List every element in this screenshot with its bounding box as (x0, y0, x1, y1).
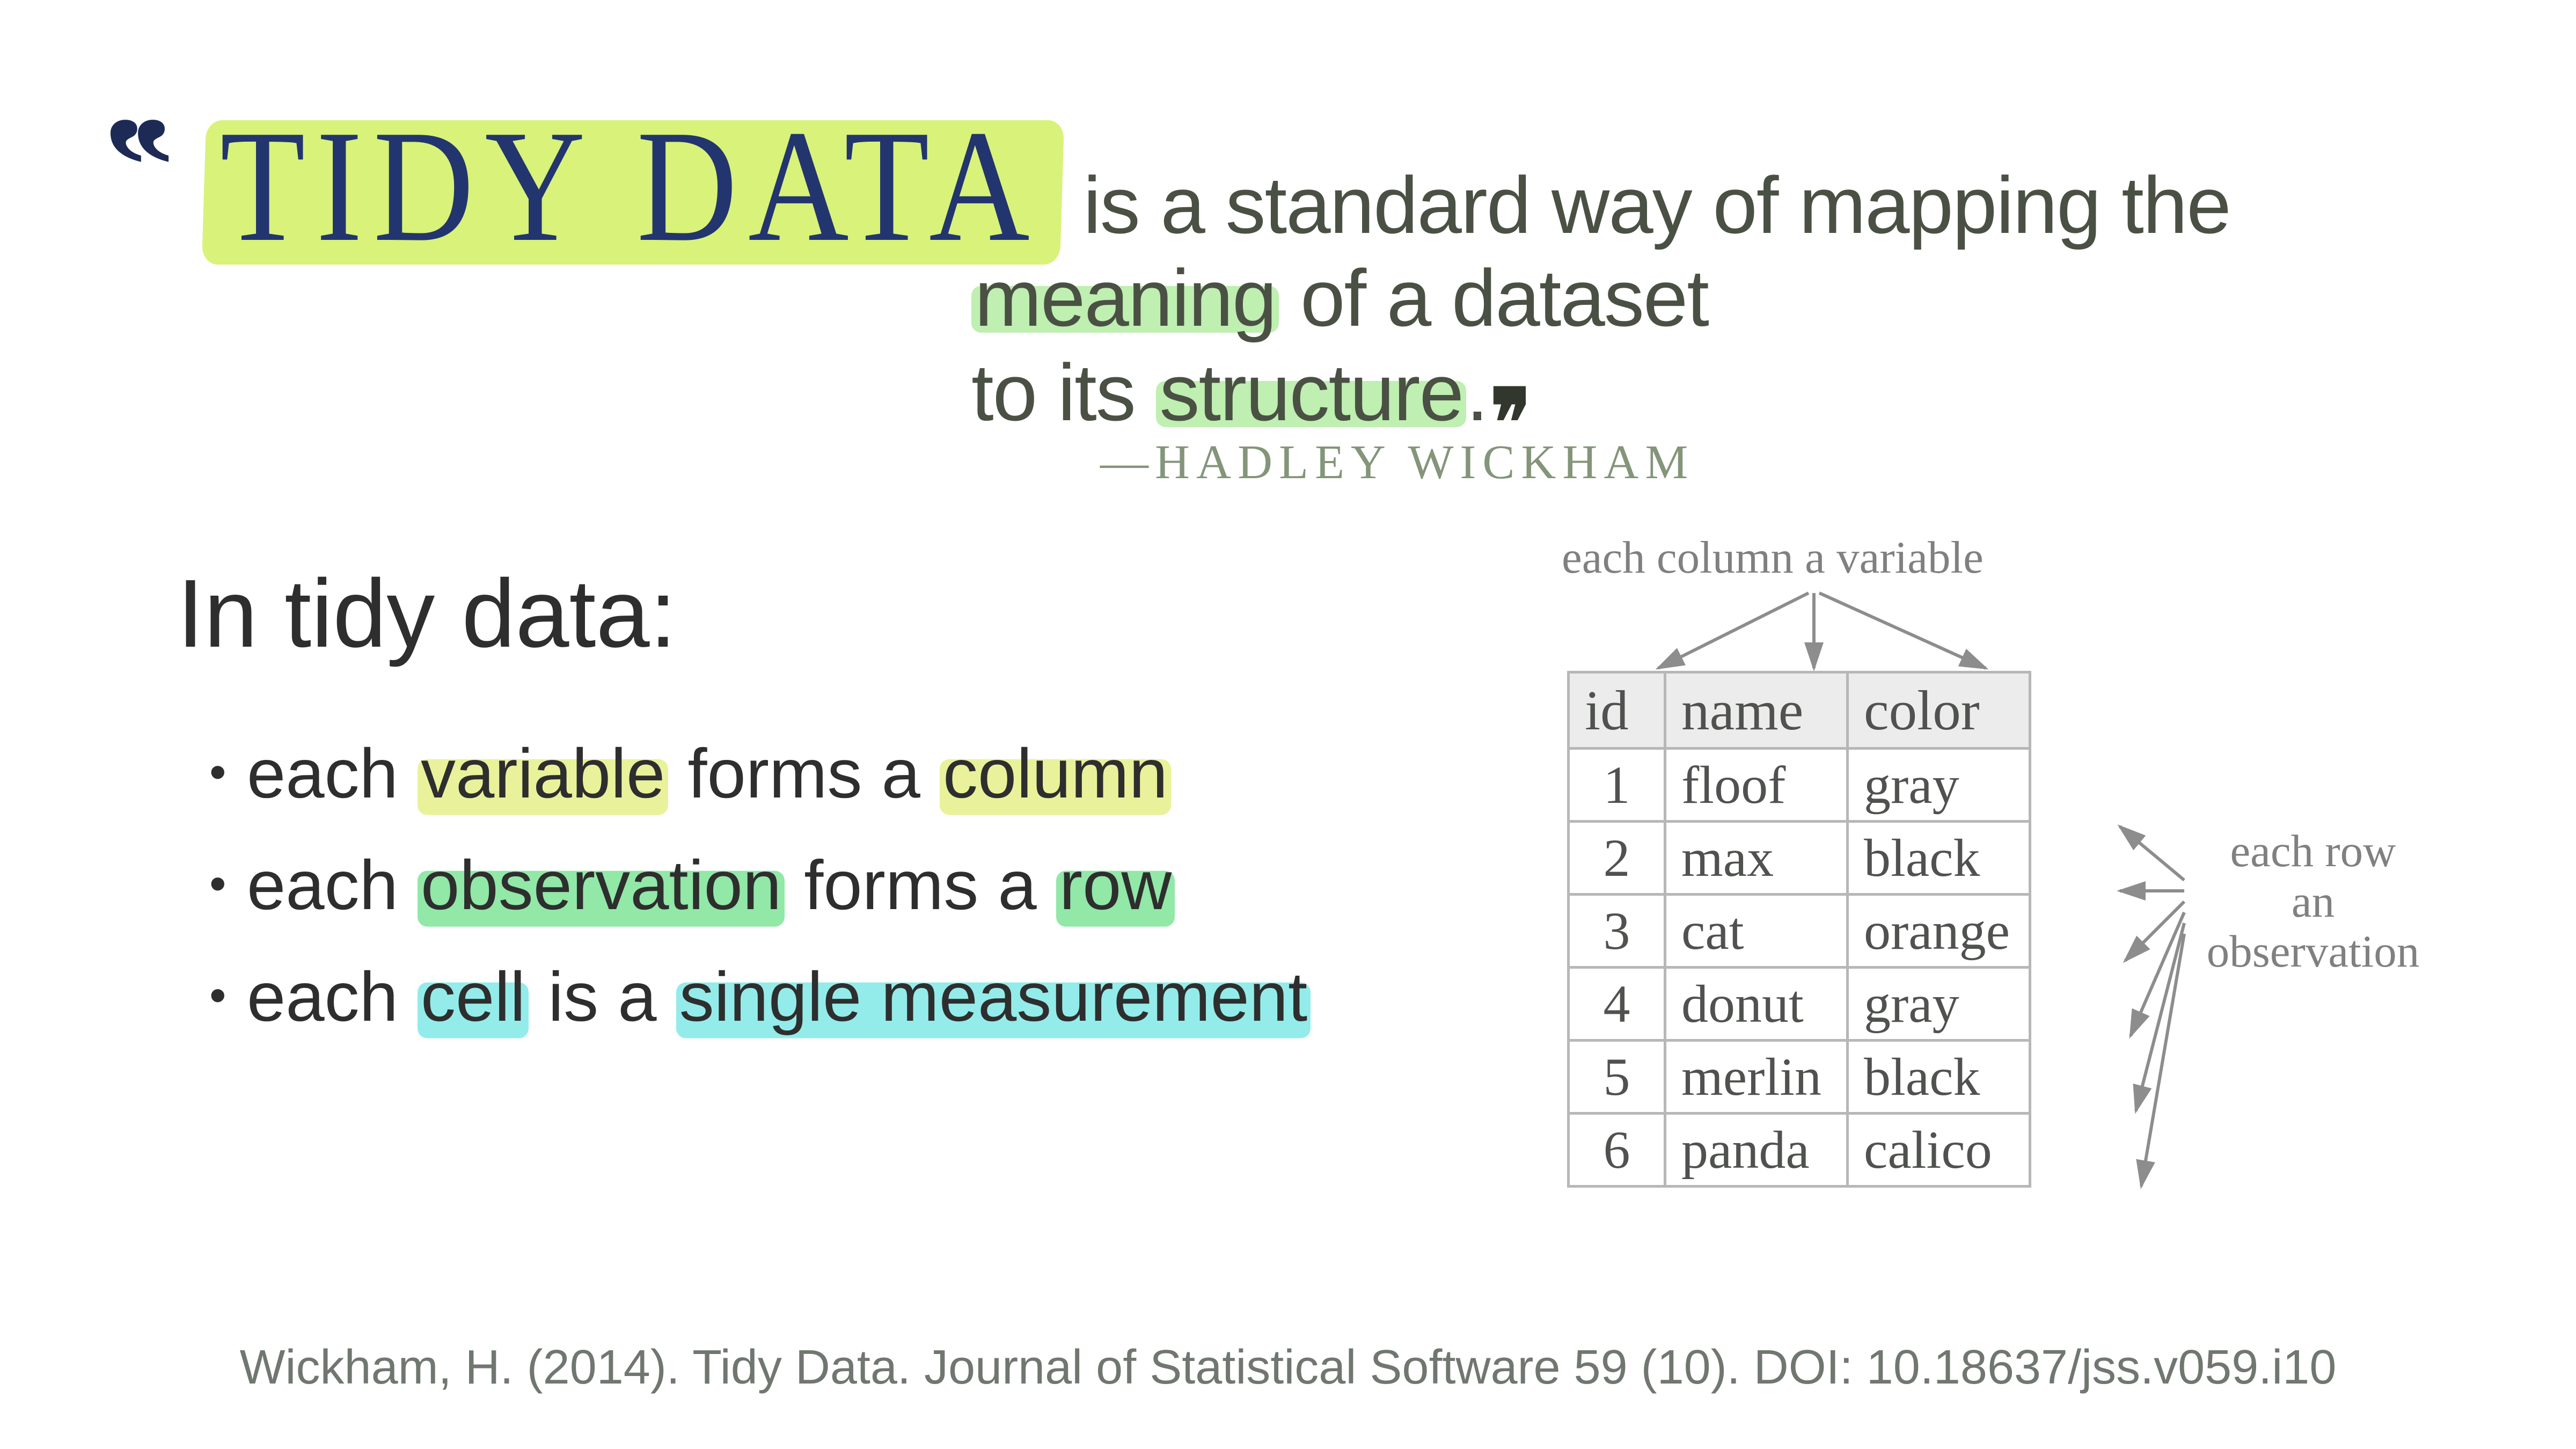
bullet-em-observation: observation (418, 829, 785, 941)
cell-name: merlin (1665, 1041, 1848, 1114)
example-table-wrap: id name color 1floofgray 2maxblack 3cato… (1567, 671, 2031, 1188)
cell-color: black (1848, 1041, 2030, 1114)
annotation-rows-line: observation (2207, 926, 2420, 977)
headline-quote: TIDY DATA is a standard way of mapping t… (204, 123, 2324, 462)
cell-color: gray (1848, 968, 2030, 1041)
annotation-rows-line: an (2292, 876, 2334, 927)
cell-color: black (1848, 822, 2030, 895)
col-header-id: id (1569, 672, 1665, 749)
cell-name: panda (1665, 1114, 1848, 1187)
bullet-em-column: column (940, 718, 1171, 829)
headline-line3-post: . (1466, 347, 1488, 437)
bullet-text: forms a (785, 846, 1056, 924)
bullet-cell-measurement: each cell is a single measurement (188, 941, 1519, 1052)
bullet-text: each (247, 957, 418, 1036)
table-row: 5merlinblack (1569, 1041, 2030, 1114)
annotation-rows-line: each row (2230, 826, 2396, 876)
bullet-observation-row: each observation forms a row (188, 829, 1519, 941)
cell-color: calico (1848, 1114, 2030, 1187)
cell-name: donut (1665, 968, 1848, 1041)
bullet-em-measurement: single measurement (676, 941, 1311, 1052)
table-header-row: id name color (1569, 672, 2030, 749)
annotation-columns: each column a variable (1562, 531, 1984, 584)
citation: Wickham, H. (2014). Tidy Data. Journal o… (0, 1340, 2576, 1395)
bullet-variable-column: each variable forms a column (188, 718, 1519, 829)
slide: ‛‛ TIDY DATA is a standard way of mappin… (0, 0, 2576, 1449)
bullet-text: is a (529, 957, 676, 1036)
bullet-em-row: row (1056, 829, 1175, 941)
bullet-text: forms a (668, 734, 940, 813)
example-table: id name color 1floofgray 2maxblack 3cato… (1567, 671, 2031, 1188)
cell-id: 4 (1569, 968, 1665, 1041)
table-row: 1floofgray (1569, 749, 2030, 822)
headline-structure: structure (1156, 346, 1466, 439)
table-row: 2maxblack (1569, 822, 2030, 895)
cell-name: floof (1665, 749, 1848, 822)
table-row: 4donutgray (1569, 968, 2030, 1041)
cell-id: 5 (1569, 1041, 1665, 1114)
cell-id: 1 (1569, 749, 1665, 822)
headline-meaning: meaning (971, 252, 1279, 345)
section-in-tidy-data: In tidy data: each variable forms a colu… (177, 558, 1519, 1052)
table-row: 6pandacalico (1569, 1114, 2030, 1187)
headline-line3-pre: to its (971, 347, 1156, 437)
bullet-em-cell: cell (418, 941, 529, 1052)
col-header-name: name (1665, 672, 1848, 749)
annotation-rows: each row an observation (2179, 826, 2447, 977)
headline-title: TIDY DATA (204, 114, 1062, 258)
section-title: In tidy data: (177, 558, 677, 669)
cell-name: cat (1665, 895, 1848, 968)
quote-attribution: —HADLEY WICKHAM (1100, 435, 1694, 490)
cell-id: 2 (1569, 822, 1665, 895)
bullet-text: each (247, 846, 418, 924)
table-row: 3catorange (1569, 895, 2030, 968)
bullet-list: each variable forms a column each observ… (177, 718, 1519, 1052)
table-body: 1floofgray 2maxblack 3catorange 4donutgr… (1569, 749, 2030, 1187)
cell-color: gray (1848, 749, 2030, 822)
cell-id: 6 (1569, 1114, 1665, 1187)
cell-id: 3 (1569, 895, 1665, 968)
headline-line2-rest: of a dataset (1279, 253, 1708, 343)
headline-line1-rest: is a standard way of mapping the (1062, 160, 2230, 250)
cell-name: max (1665, 822, 1848, 895)
open-quote-icon: ‛‛ (99, 86, 154, 246)
cell-color: orange (1848, 895, 2030, 968)
bullet-text: each (247, 734, 418, 813)
col-header-color: color (1848, 672, 2030, 749)
bullet-em-variable: variable (418, 718, 668, 829)
